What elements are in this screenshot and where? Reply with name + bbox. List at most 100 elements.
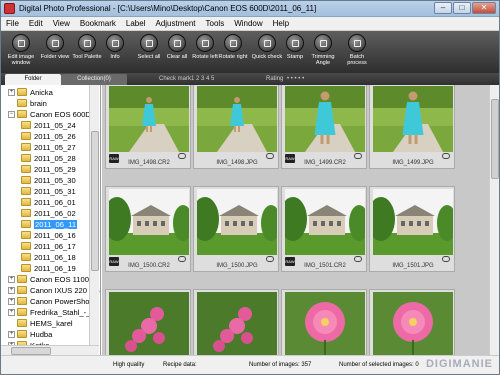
- trimming-angle-button[interactable]: Trimming Angle: [307, 34, 339, 66]
- thumbnail-caption: IMG_1501.CR2: [304, 263, 346, 269]
- clear-all-icon: [168, 34, 186, 52]
- toolbar-button-label: Select all: [137, 54, 161, 60]
- expand-toggle-icon[interactable]: +: [8, 308, 15, 316]
- checkmark-toggle-icon[interactable]: [442, 256, 450, 262]
- tree-horizontal-scrollbar[interactable]: [1, 345, 99, 355]
- tree-item-label: 2011_06_02: [34, 208, 76, 218]
- folder-icon: [21, 231, 31, 239]
- menu-help[interactable]: Help: [268, 17, 294, 30]
- thumbnail[interactable]: IMG_1498.JPG: [193, 85, 279, 169]
- folder-icon: [21, 198, 31, 206]
- menu-adjustment[interactable]: Adjustment: [150, 17, 200, 30]
- tree-item-label: 2011_05_27: [34, 142, 76, 152]
- thumbnail-image: [109, 86, 189, 152]
- folder-view-icon: [46, 34, 64, 52]
- thumbnail[interactable]: IMG_1500.JPG: [193, 186, 279, 272]
- tree-item-label: Anicka: [30, 87, 53, 97]
- thumbnail[interactable]: RAW: [281, 289, 367, 355]
- folder-icon: [17, 286, 27, 294]
- folder-icon: [17, 275, 27, 283]
- tree-scrollbar[interactable]: [89, 85, 99, 355]
- tool-palette-icon: [78, 34, 96, 52]
- status-recipe: Recipe data:: [163, 362, 197, 368]
- maximize-button[interactable]: □: [453, 2, 471, 14]
- tree-item-label: 2011_05_26: [34, 131, 76, 141]
- folder-icon: [17, 297, 27, 305]
- menu-edit[interactable]: Edit: [24, 17, 48, 30]
- toolbar-button-label: Batch process: [347, 54, 367, 66]
- tree-item-label: 2011_05_29: [34, 164, 76, 174]
- expand-toggle-icon[interactable]: −: [8, 110, 15, 118]
- tree-item-label: 2011_06_19: [34, 263, 76, 273]
- checkmark-toggle-icon[interactable]: [178, 153, 186, 159]
- tree-item-label: Fredrika_Stahl_-_: [30, 307, 91, 317]
- rotate-right-button[interactable]: Rotate right: [217, 34, 249, 60]
- thumbnail[interactable]: RAW: [105, 289, 191, 355]
- checkmark-toggle-icon[interactable]: [442, 153, 450, 159]
- menu-tools[interactable]: Tools: [201, 17, 230, 30]
- folder-tree: + Anicka brain − Canon EOS 600D 2011_05_24 201…: [1, 85, 101, 355]
- checkmark-filter[interactable]: 1 2 3 4 5: [191, 76, 214, 82]
- thumbnail-image: [197, 189, 277, 255]
- filter-bar: Folder Collection(0) Check mark 1 2 3 4 …: [1, 73, 499, 85]
- thumbnail[interactable]: [369, 289, 455, 355]
- title-bar: Digital Photo Professional - [C:\Users\M…: [1, 1, 499, 17]
- thumbnail-caption: IMG_1500.CR2: [128, 263, 170, 269]
- thumbnail[interactable]: RAW IMG_1499.CR2: [281, 85, 367, 169]
- folder-icon: [17, 99, 27, 107]
- toolbar: Edit image window Folder view Tool Palette…: [1, 31, 499, 73]
- select-all-icon: [140, 34, 158, 52]
- tree-hscroll-thumb[interactable]: [11, 347, 51, 355]
- thumbnail-caption: IMG_1498.JPG: [216, 160, 258, 166]
- rating-filter[interactable]: • • • • •: [287, 76, 304, 82]
- app-icon: [4, 3, 15, 14]
- tree-item-label: Canon EOS 1100D: [30, 274, 95, 284]
- thumbnail-image: [285, 292, 365, 355]
- checkmark-toggle-icon[interactable]: [266, 153, 274, 159]
- edit-image-button[interactable]: Edit image window: [5, 34, 37, 66]
- folder-icon: [17, 308, 27, 316]
- thumbnail-caption: IMG_1501.JPG: [392, 263, 434, 269]
- expand-toggle-icon[interactable]: +: [8, 286, 15, 294]
- close-button[interactable]: ✕: [472, 2, 496, 14]
- thumbnail-image: [285, 86, 365, 152]
- menu-window[interactable]: Window: [229, 17, 267, 30]
- thumbnail[interactable]: [193, 289, 279, 355]
- checkmark-toggle-icon[interactable]: [266, 256, 274, 262]
- menu-label[interactable]: Label: [121, 17, 151, 30]
- folder-icon: [21, 143, 31, 151]
- expand-toggle-icon[interactable]: +: [8, 88, 15, 96]
- app-window: Digital Photo Professional - [C:\Users\M…: [0, 0, 500, 375]
- tab-folder[interactable]: Folder: [5, 74, 61, 85]
- thumbnail[interactable]: IMG_1501.JPG: [369, 186, 455, 272]
- thumbnail-image: [373, 189, 453, 255]
- tree-scroll-thumb[interactable]: [91, 131, 99, 271]
- expand-toggle-icon[interactable]: +: [8, 275, 15, 283]
- tree-item-label: Canon PowerShot: [30, 296, 92, 306]
- menu-bookmark[interactable]: Bookmark: [75, 17, 121, 30]
- folder-icon: [21, 165, 31, 173]
- expand-toggle-icon[interactable]: +: [8, 297, 15, 305]
- toolbar-button-label: Rotate left: [192, 54, 218, 60]
- folder-view-button[interactable]: Folder view: [39, 34, 71, 60]
- toolbar-button-label: Clear all: [166, 54, 188, 60]
- thumbnail[interactable]: RAW IMG_1498.CR2: [105, 85, 191, 169]
- expand-toggle-icon[interactable]: +: [8, 330, 15, 338]
- folder-icon: [17, 330, 27, 338]
- tab-collection[interactable]: Collection(0): [61, 74, 127, 85]
- thumbnail[interactable]: RAW IMG_1501.CR2: [281, 186, 367, 272]
- minimize-button[interactable]: –: [434, 2, 452, 14]
- folder-icon: [21, 264, 31, 272]
- thumbnail[interactable]: IMG_1499.JPG: [369, 85, 455, 169]
- menu-file[interactable]: File: [1, 17, 24, 30]
- info-button[interactable]: Info: [99, 34, 131, 60]
- batch-process-button[interactable]: Batch process: [341, 34, 373, 66]
- thumbnail[interactable]: RAW IMG_1500.CR2: [105, 186, 191, 272]
- thumbnail-image: [109, 189, 189, 255]
- checkmark-toggle-icon[interactable]: [178, 256, 186, 262]
- menu-view[interactable]: View: [48, 17, 75, 30]
- checkmark-toggle-icon[interactable]: [354, 153, 362, 159]
- checkmark-toggle-icon[interactable]: [354, 256, 362, 262]
- grid-scroll-thumb[interactable]: [491, 99, 499, 179]
- grid-scrollbar[interactable]: [489, 85, 499, 355]
